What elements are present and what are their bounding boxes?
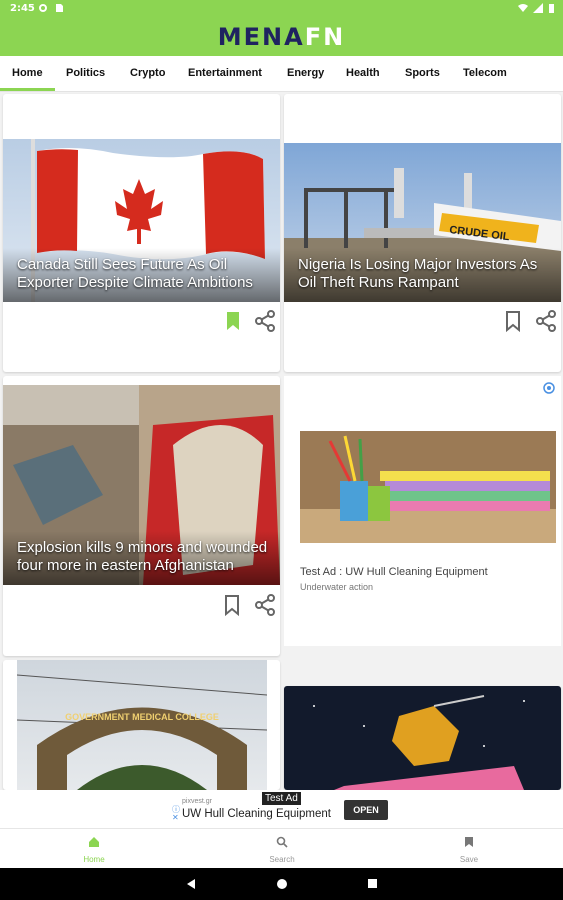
tab-entertainment[interactable]: Entertainment: [188, 67, 262, 79]
wifi-icon: [518, 4, 528, 12]
nav-home[interactable]: Home: [64, 835, 124, 864]
nav-save[interactable]: Save: [439, 835, 499, 864]
tab-energy[interactable]: Energy: [287, 67, 324, 79]
app-header: 2:45 MENAFN: [0, 0, 563, 56]
stationery-image: [300, 435, 556, 543]
system-nav-bar: [0, 868, 563, 900]
tab-crypto[interactable]: Crypto: [130, 67, 165, 79]
home-icon: [89, 837, 99, 847]
brand-logo: MENAFN: [0, 23, 563, 51]
logo-part-mena: MENA: [217, 23, 305, 51]
bookmark-outline-icon[interactable]: [220, 593, 244, 617]
tab-sports[interactable]: Sports: [405, 67, 440, 79]
bottom-nav: Home Search Save: [0, 828, 563, 868]
signal-icon: [533, 3, 543, 13]
category-tabs: Home Politics Crypto Entertainment Energ…: [0, 56, 563, 92]
tab-politics[interactable]: Politics: [66, 67, 105, 79]
article-headline: Explosion kills 9 minors and wounded fou…: [3, 531, 280, 585]
article-image: GOVERNMENT MEDICAL COLLEGE: [17, 660, 267, 790]
ad-image: [300, 431, 556, 543]
tab-home[interactable]: Home: [12, 67, 43, 79]
gate-sign-text: GOVERNMENT MEDICAL COLLEGE: [65, 712, 219, 722]
home-circle-icon[interactable]: [276, 878, 288, 890]
article-image: Canada Still Sees Future As Oil Exporter…: [3, 139, 280, 302]
bookmark-outline-icon[interactable]: [501, 309, 525, 333]
bookmark-icon: [465, 837, 473, 847]
status-right: [518, 3, 555, 13]
tab-telecom[interactable]: Telecom: [463, 67, 507, 79]
article-image: Explosion kills 9 minors and wounded fou…: [3, 385, 280, 585]
share-icon[interactable]: [534, 309, 558, 333]
tab-health[interactable]: Health: [346, 67, 380, 79]
nav-save-label: Save: [459, 855, 479, 864]
app-screen: 2:45 MENAFN Home Politics Crypto Enterta…: [0, 0, 563, 900]
banner-text[interactable]: UW Hull Cleaning Equipment: [182, 808, 331, 820]
share-icon[interactable]: [253, 593, 277, 617]
article-card[interactable]: Canada Still Sees Future As Oil Exporter…: [3, 94, 280, 372]
back-icon[interactable]: [186, 878, 196, 890]
article-headline: Nigeria Is Losing Major Investors As Oil…: [284, 248, 561, 302]
article-card[interactable]: Explosion kills 9 minors and wounded fou…: [3, 376, 280, 656]
banner-ad-tag: Test Ad: [262, 792, 301, 805]
banner-domain: pixvest.gr: [182, 798, 212, 805]
ad-card[interactable]: Test Ad : UW Hull Cleaning Equipment Und…: [284, 376, 561, 646]
article-card[interactable]: [284, 686, 561, 790]
article-image: [284, 686, 561, 790]
battery-icon: [549, 4, 554, 13]
recents-icon[interactable]: [367, 878, 378, 889]
share-icon[interactable]: [253, 309, 277, 333]
logo-part-fn: FN: [304, 23, 346, 51]
nav-search-label: Search: [269, 855, 295, 864]
nav-home-label: Home: [83, 855, 105, 864]
active-tab-indicator: [0, 88, 55, 91]
article-image: CRUDE OIL Nigeria Is Losing Major Invest…: [284, 143, 561, 302]
banner-ad[interactable]: Test Ad ⓘ ✕ pixvest.gr UW Hull Cleaning E…: [0, 790, 563, 828]
medical-college-gate-image: GOVERNMENT MEDICAL COLLEGE: [17, 674, 267, 790]
settings-icon: [39, 4, 47, 12]
article-card[interactable]: GOVERNMENT MEDICAL COLLEGE: [3, 660, 280, 790]
nav-search[interactable]: Search: [252, 835, 312, 864]
ad-choices-icon[interactable]: [543, 382, 555, 394]
status-time: 2:45: [10, 3, 35, 14]
status-bar: 2:45: [0, 0, 563, 18]
ad-subtitle: Underwater action: [300, 582, 374, 592]
bookmark-filled-icon[interactable]: [221, 309, 245, 333]
article-card[interactable]: CRUDE OIL Nigeria Is Losing Major Invest…: [284, 94, 561, 372]
ad-title[interactable]: Test Ad : UW Hull Cleaning Equipment: [300, 566, 488, 578]
article-headline: Canada Still Sees Future As Oil Exporter…: [3, 248, 280, 302]
space-telescope-image: [313, 695, 525, 790]
banner-open-button[interactable]: OPEN: [344, 800, 388, 820]
sd-card-icon: [56, 4, 63, 12]
search-icon: [276, 836, 288, 848]
ad-info-icon[interactable]: ⓘ ✕: [172, 806, 180, 822]
